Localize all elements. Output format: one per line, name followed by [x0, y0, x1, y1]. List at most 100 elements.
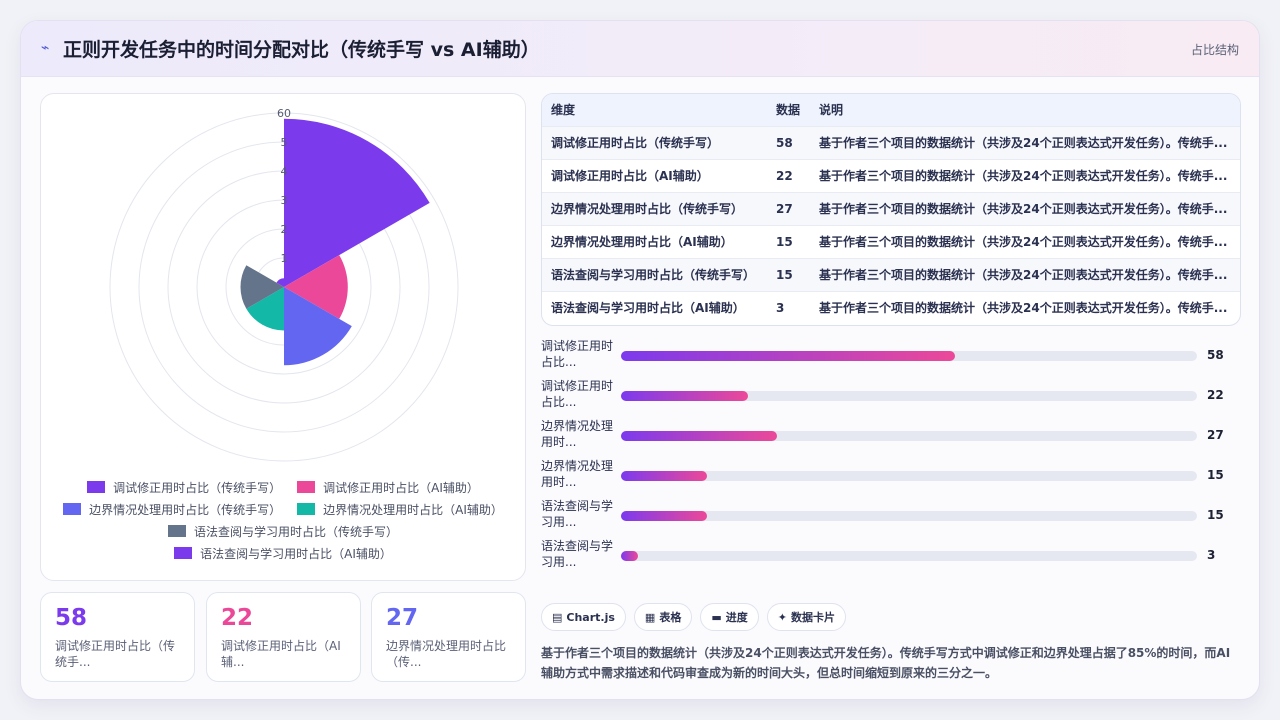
- progress-value: 15: [1207, 468, 1224, 482]
- progress-label: 语法查阅与学习用...: [541, 539, 614, 569]
- progress-fill: [621, 351, 956, 361]
- table-row: 语法查阅与学习用时占比（AI辅助） 3 基于作者三个项目的数据统计（共涉及24个正则…: [542, 291, 1240, 324]
- table-cell-description: 基于作者三个项目的数据统计（共涉及24个正则表达式开发任务）。传统手...: [819, 136, 1228, 150]
- kpi-card: 58 调试修正用时占比（传统手...: [40, 592, 195, 682]
- progress-label: 边界情况处理用时...: [541, 419, 614, 449]
- legend-item[interactable]: 语法查阅与学习用时占比（AI辅助）: [174, 545, 392, 562]
- progress-track: [621, 431, 1197, 441]
- progress-label: 边界情况处理用时...: [541, 459, 614, 489]
- view-switcher: ▤ Chart.js ▦ 表格 ▬ 进度 ✦ 数据卡片: [541, 603, 846, 631]
- radial-tick-label: 3: [281, 194, 288, 207]
- progress-track: [621, 351, 1197, 361]
- legend-swatch: [87, 481, 106, 493]
- table-header-dimension: 维度: [551, 103, 576, 118]
- table-cell-dimension: 边界情况处理用时占比（AI辅助）: [551, 235, 733, 249]
- radial-tick-label: 5: [281, 136, 288, 149]
- legend-item[interactable]: 边界情况处理用时占比（AI辅助）: [297, 501, 503, 518]
- table-header-row: 维度 数据 说明: [542, 94, 1240, 126]
- radial-tick-label: 1: [281, 252, 288, 265]
- legend-label: 语法查阅与学习用时占比（AI辅助）: [200, 546, 392, 561]
- progress-track: [621, 511, 1197, 521]
- progress-value: 27: [1207, 428, 1224, 442]
- table-cell-value: 22: [776, 168, 793, 183]
- progress-track: [621, 391, 1197, 401]
- kpi-value: 22: [221, 605, 254, 631]
- legend-label: 边界情况处理用时占比（传统手写）: [89, 502, 282, 517]
- progress-value: 15: [1207, 508, 1224, 522]
- chip-label: 表格: [659, 611, 682, 624]
- kpi-card: 22 调试修正用时占比（AI辅...: [206, 592, 361, 682]
- page-title: 正则开发任务中的时间分配对比（传统手写 vs AI辅助）: [63, 39, 540, 61]
- legend-label: 边界情况处理用时占比（AI辅助）: [323, 502, 503, 517]
- radial-tick-label: 60: [277, 107, 291, 120]
- table-row: 调试修正用时占比（AI辅助） 22 基于作者三个项目的数据统计（共涉及24个正则表达…: [542, 159, 1240, 192]
- chart-icon: ⌁: [41, 40, 50, 56]
- progress-label: 调试修正用时占比...: [541, 379, 614, 409]
- table-cell-value: 3: [776, 300, 785, 315]
- sparkle-icon: ✦: [777, 610, 787, 624]
- progress-row: 边界情况处理用时... 27: [541, 418, 1241, 458]
- polar-segment[interactable]: [284, 118, 430, 287]
- progress-label: 调试修正用时占比...: [541, 339, 614, 369]
- legend-swatch: [167, 525, 186, 537]
- legend-item[interactable]: 语法查阅与学习用时占比（传统手写）: [167, 523, 398, 540]
- progress-value: 3: [1207, 548, 1216, 562]
- legend-row: 语法查阅与学习用时占比（传统手写）: [41, 520, 525, 542]
- chip-label: 进度: [725, 611, 748, 624]
- header-bar: ⌁ 正则开发任务中的时间分配对比（传统手写 vs AI辅助） 占比结构: [21, 21, 1259, 77]
- kpi-label: 边界情况处理用时占比（传...: [386, 639, 507, 669]
- polar-area-chart: 1 2 3 4 5 60: [109, 107, 459, 462]
- kpi-card: 27 边界情况处理用时占比（传...: [371, 592, 526, 682]
- data-table: 维度 数据 说明 调试修正用时占比（传统手写） 58 基于作者三个项目的数据统计（共…: [542, 94, 1240, 324]
- table-cell-description: 基于作者三个项目的数据统计（共涉及24个正则表达式开发任务）。传统手...: [819, 202, 1228, 216]
- table-header-description: 说明: [819, 103, 844, 118]
- radial-tick-label: 2: [281, 223, 288, 236]
- table-cell-value: 58: [776, 135, 793, 150]
- kpi-label: 调试修正用时占比（AI辅...: [221, 639, 341, 669]
- progress-label: 语法查阅与学习用...: [541, 499, 614, 529]
- legend-swatch: [297, 481, 316, 493]
- header-tag: 占比结构: [1190, 43, 1239, 57]
- progress-value: 58: [1207, 348, 1224, 362]
- progress-icon: ▬: [711, 610, 722, 624]
- legend-swatch: [63, 503, 82, 515]
- polar-chart-panel: 1 2 3 4 5 60 调试修正用时占比（传统手写） 调试修正用时占比（AI辅助） 边界情况…: [40, 93, 526, 581]
- dashboard-card: ⌁ 正则开发任务中的时间分配对比（传统手写 vs AI辅助） 占比结构 1 2 3 4…: [20, 20, 1260, 700]
- view-chip-0[interactable]: ▤ Chart.js: [541, 603, 626, 631]
- kpi-value: 58: [55, 605, 88, 631]
- table-header-value: 数据: [776, 103, 801, 118]
- legend-label: 调试修正用时占比（AI辅助）: [323, 480, 479, 495]
- kpi-value: 27: [386, 605, 419, 631]
- progress-value: 22: [1207, 388, 1224, 402]
- legend-item[interactable]: 调试修正用时占比（传统手写）: [87, 479, 281, 496]
- legend-swatch: [174, 547, 193, 559]
- table-row: 调试修正用时占比（传统手写） 58 基于作者三个项目的数据统计（共涉及24个正则表达…: [542, 126, 1240, 159]
- table-icon: ▦: [644, 610, 656, 624]
- progress-row: 调试修正用时占比... 22: [541, 378, 1241, 418]
- table-cell-dimension: 语法查阅与学习用时占比（传统手写）: [551, 268, 756, 282]
- progress-row: 调试修正用时占比... 58: [541, 338, 1241, 378]
- table-cell-description: 基于作者三个项目的数据统计（共涉及24个正则表达式开发任务）。传统手...: [819, 301, 1228, 316]
- table-cell-dimension: 边界情况处理用时占比（传统手写）: [551, 202, 744, 216]
- progress-row: 语法查阅与学习用... 15: [541, 498, 1241, 538]
- progress-fill: [621, 551, 639, 561]
- progress-track: [621, 551, 1197, 561]
- table-cell-description: 基于作者三个项目的数据统计（共涉及24个正则表达式开发任务）。传统手...: [819, 235, 1228, 249]
- summary-text: 基于作者三个项目的数据统计（共涉及24个正则表达式开发任务）。传统手写方式中调试…: [541, 646, 1231, 680]
- view-chip-3[interactable]: ✦ 数据卡片: [766, 603, 846, 631]
- legend-row: 调试修正用时占比（传统手写） 调试修正用时占比（AI辅助）: [41, 476, 525, 498]
- chip-label: 数据卡片: [790, 611, 835, 624]
- table-cell-dimension: 调试修正用时占比（传统手写）: [551, 136, 720, 150]
- legend-item[interactable]: 调试修正用时占比（AI辅助）: [297, 479, 479, 496]
- table-cell-description: 基于作者三个项目的数据统计（共涉及24个正则表达式开发任务）。传统手...: [819, 268, 1228, 282]
- legend-label: 调试修正用时占比（传统手写）: [113, 480, 282, 495]
- progress-row: 边界情况处理用时... 15: [541, 458, 1241, 498]
- table-cell-dimension: 调试修正用时占比（AI辅助）: [551, 169, 709, 183]
- progress-fill: [621, 431, 777, 441]
- progress-track: [621, 471, 1197, 481]
- table-cell-value: 27: [776, 201, 793, 216]
- view-chip-2[interactable]: ▬ 进度: [700, 603, 759, 631]
- legend-item[interactable]: 边界情况处理用时占比（传统手写）: [63, 501, 281, 518]
- legend-row: 语法查阅与学习用时占比（AI辅助）: [41, 542, 525, 564]
- view-chip-1[interactable]: ▦ 表格: [633, 603, 693, 631]
